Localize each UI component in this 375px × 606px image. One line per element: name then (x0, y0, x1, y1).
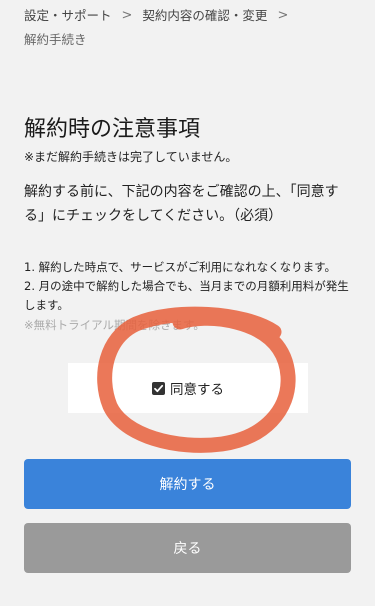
back-button[interactable]: 戻る (24, 523, 351, 573)
page-title: 解約時の注意事項 (24, 117, 201, 142)
agree-checkbox[interactable] (152, 381, 165, 395)
agree-label: 同意する (170, 382, 224, 398)
agree-checkbox-container[interactable]: 同意する (68, 363, 308, 413)
chevron-right-icon: > (121, 8, 133, 23)
trial-note: ※無料トライアル期間を除きます。 (24, 318, 205, 332)
list-item: 2. 月の途中で解約した場合でも、当月までの月額利用料が発生します。 (24, 279, 349, 312)
caution-list: 1. 解約した時点で、サービスがご利用になれなくなります。 2. 月の途中で解約… (24, 258, 358, 315)
checkmark-icon (154, 384, 164, 392)
breadcrumb: 設定・サポート > 契約内容の確認・変更 > 解約手続き (24, 6, 354, 50)
breadcrumb-current: 解約手続き (24, 32, 87, 47)
breadcrumb-link-settings[interactable]: 設定・サポート (24, 6, 112, 26)
incomplete-note: ※まだ解約手続きは完了していません。 (24, 150, 238, 164)
list-item: 1. 解約した時点で、サービスがご利用になれなくなります。 (24, 260, 337, 274)
instruction-text: 解約する前に、下記の内容をご確認の上、「同意する」にチェックをしてください。（必… (24, 184, 339, 224)
chevron-right-icon: > (277, 8, 289, 23)
cancel-subscription-button[interactable]: 解約する (24, 459, 351, 509)
breadcrumb-link-contract[interactable]: 契約内容の確認・変更 (142, 6, 267, 26)
